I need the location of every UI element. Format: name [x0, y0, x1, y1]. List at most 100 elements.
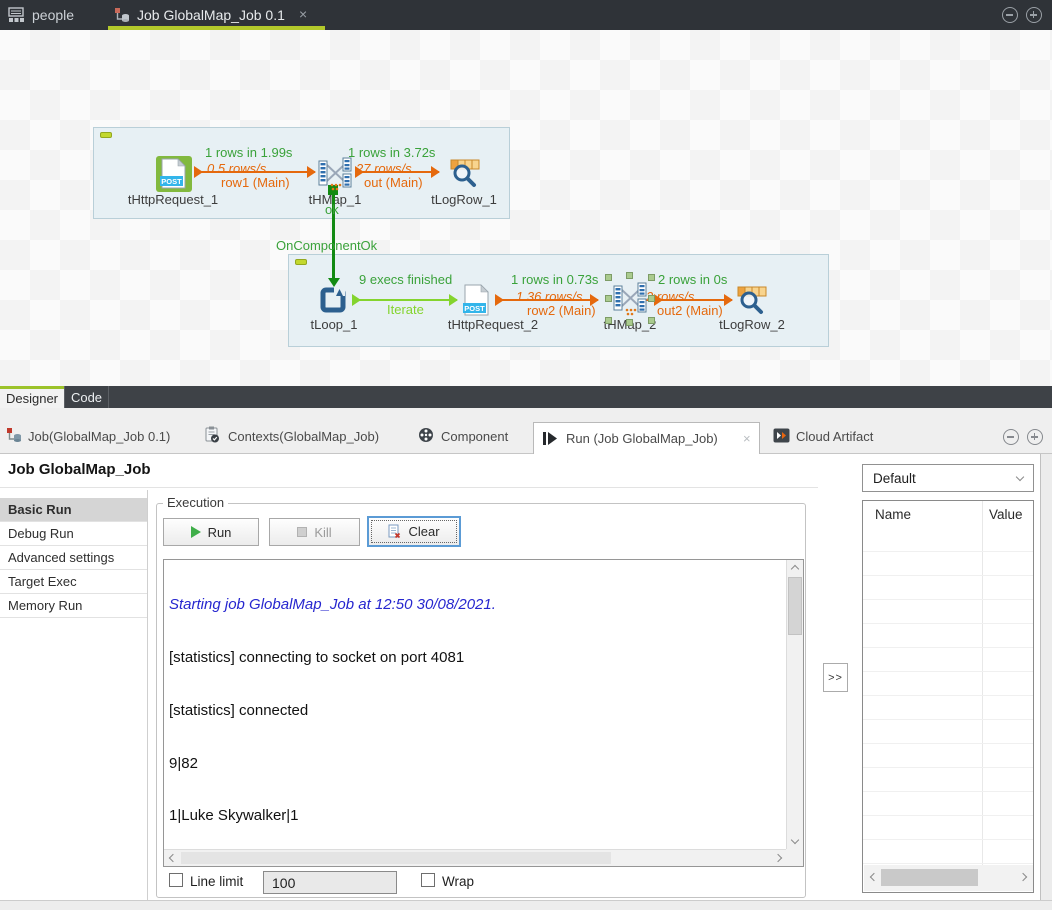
connection-row2-name: row2 (Main)	[527, 303, 596, 318]
view-tab-run[interactable]: Run (Job GlobalMap_Job) ×	[533, 422, 760, 454]
sidebar-item-basic-run[interactable]: Basic Run	[0, 498, 147, 522]
clear-button-label: Clear	[408, 524, 439, 539]
component-thttprequest-2[interactable]: POST	[462, 284, 490, 322]
horizontal-scrollbar[interactable]	[164, 849, 787, 866]
component-tlogrow-1[interactable]	[447, 158, 481, 193]
maximize-icon[interactable]	[1026, 7, 1042, 23]
scrollbar-thumb[interactable]	[181, 852, 611, 864]
scrollbar-thumb[interactable]	[881, 869, 978, 886]
component-thmap-1[interactable]	[317, 156, 353, 197]
stop-icon	[297, 527, 307, 537]
scrollbar-corner	[786, 849, 803, 866]
tab-code[interactable]: Code	[64, 386, 109, 408]
scroll-right-icon[interactable]	[774, 854, 782, 862]
console-line: 9|82	[169, 755, 785, 773]
arrowhead-icon	[495, 294, 504, 306]
component-tloop-1[interactable]	[319, 286, 347, 319]
console-line: [statistics] connecting to socket on por…	[169, 649, 785, 667]
context-select[interactable]: Default	[862, 464, 1034, 492]
cloud-artifact-icon	[773, 428, 790, 448]
connection-iterate-stat: 9 execs finished	[359, 272, 452, 287]
console-output: Starting job GlobalMap_Job at 12:50 30/0…	[169, 561, 785, 849]
component-icon	[418, 427, 434, 448]
arrowhead-icon	[449, 294, 458, 306]
context-selected-value: Default	[873, 471, 916, 486]
sidebar-item-debug-run[interactable]: Debug Run	[0, 522, 147, 546]
component-thttprequest-1[interactable]: POST	[156, 156, 192, 192]
job-icon	[114, 7, 130, 28]
clear-icon	[388, 524, 401, 539]
view-tab-run-label: Run (Job GlobalMap_Job)	[566, 431, 718, 446]
line-limit-input[interactable]	[263, 871, 397, 894]
job-icon	[6, 427, 22, 448]
view-tab-component[interactable]: Component	[441, 429, 508, 444]
execution-console[interactable]: Starting job GlobalMap_Job at 12:50 30/0…	[163, 559, 804, 867]
connection-out2[interactable]	[654, 299, 732, 301]
connection-row2-stat: 1 rows in 0.73s	[511, 272, 598, 287]
expand-panel-button[interactable]: >>	[823, 663, 848, 692]
table-row	[863, 696, 1033, 720]
arrowhead-icon	[194, 166, 203, 178]
column-header-name[interactable]: Name	[875, 507, 911, 522]
scroll-left-icon[interactable]	[169, 854, 177, 862]
column-header-value[interactable]: Value	[989, 507, 1023, 522]
kill-button[interactable]: Kill	[269, 518, 360, 546]
resize-handle[interactable]	[648, 317, 655, 324]
close-icon[interactable]: ×	[743, 431, 751, 446]
scroll-down-icon[interactable]	[791, 836, 799, 844]
view-tab-contexts[interactable]: Contexts(GlobalMap_Job)	[228, 429, 379, 444]
clear-button[interactable]: Clear	[367, 516, 461, 547]
scroll-right-icon[interactable]	[1019, 873, 1027, 881]
view-tab-cloud[interactable]: Cloud Artifact	[796, 429, 873, 444]
resize-handle[interactable]	[605, 317, 612, 324]
arrowhead-icon	[431, 166, 440, 178]
minimize-icon[interactable]	[1002, 7, 1018, 23]
sidebar-item-memory-run[interactable]: Memory Run	[0, 594, 147, 618]
play-icon	[191, 526, 201, 538]
horizontal-scrollbar[interactable]	[864, 865, 1033, 891]
routines-icon	[8, 7, 25, 28]
resize-handle[interactable]	[605, 274, 612, 281]
resize-handle[interactable]	[605, 295, 612, 302]
connection-out2-stat: 2 rows in 0s	[658, 272, 727, 287]
minimize-view-icon[interactable]	[1003, 429, 1019, 445]
sidebar-item-target-exec[interactable]: Target Exec	[0, 570, 147, 594]
component-label: tHttpRequest_2	[423, 317, 563, 332]
scroll-up-icon[interactable]	[791, 565, 799, 573]
wrap-label: Wrap	[442, 874, 474, 889]
right-margin	[1040, 454, 1052, 900]
vertical-scrollbar[interactable]	[786, 560, 803, 849]
connection-iterate[interactable]	[352, 299, 457, 301]
table-row	[863, 744, 1033, 768]
resize-handle[interactable]	[648, 274, 655, 281]
subjob-2-collapse-button[interactable]	[295, 259, 307, 265]
tab-job-globalmap[interactable]: Job GlobalMap_Job 0.1	[137, 7, 285, 23]
resize-handle[interactable]	[626, 272, 633, 279]
wrap-checkbox[interactable]	[421, 873, 435, 887]
editor-tabbar: people Job GlobalMap_Job 0.1 ×	[0, 0, 1052, 30]
close-tab-icon[interactable]: ×	[299, 6, 307, 22]
subjob-1-collapse-button[interactable]	[100, 132, 112, 138]
run-button[interactable]: Run	[163, 518, 259, 546]
resize-handle[interactable]	[626, 319, 633, 326]
sidebar-item-advanced-settings[interactable]: Advanced settings	[0, 546, 147, 570]
job-design-canvas[interactable]: POST tHttpRequest_1 1 rows in 1.99s 0.5 …	[0, 30, 1052, 386]
divider	[0, 487, 818, 488]
selection-handles	[605, 274, 655, 324]
connection-iterate-name: Iterate	[387, 302, 424, 317]
table-row	[863, 792, 1033, 816]
component-label: tLoop_1	[295, 317, 373, 332]
table-row	[863, 576, 1033, 600]
view-tab-job[interactable]: Job(GlobalMap_Job 0.1)	[28, 429, 170, 444]
arrowhead-icon	[724, 294, 733, 306]
table-row	[863, 648, 1033, 672]
tab-people[interactable]: people	[32, 7, 74, 23]
resize-handle[interactable]	[648, 295, 655, 302]
scrollbar-thumb[interactable]	[788, 577, 802, 635]
scroll-left-icon[interactable]	[870, 873, 878, 881]
component-tlogrow-2[interactable]	[734, 285, 768, 320]
line-limit-checkbox[interactable]	[169, 873, 183, 887]
maximize-view-icon[interactable]	[1027, 429, 1043, 445]
trigger-name-label: OnComponentOk	[276, 238, 377, 253]
tab-designer[interactable]: Designer	[0, 386, 64, 408]
